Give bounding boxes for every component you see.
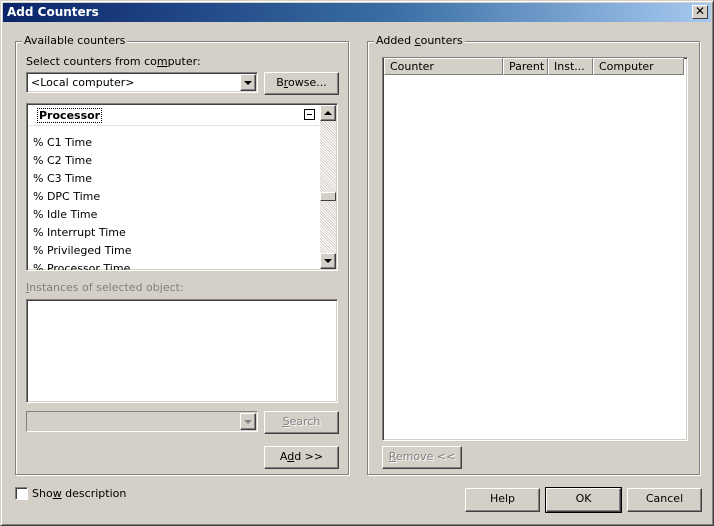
- browse-button[interactable]: Browse...: [264, 72, 339, 95]
- counter-list[interactable]: Processor % C1 Time % C2 Time % C3 Time …: [26, 103, 338, 271]
- instances-list[interactable]: [26, 299, 338, 403]
- added-counters-legend: Added counters: [374, 34, 465, 47]
- remove-button: Remove <<: [382, 446, 462, 469]
- column-header-parent[interactable]: Parent: [503, 58, 548, 75]
- computer-combobox-dropdown[interactable]: [240, 74, 256, 91]
- object-header-row[interactable]: Processor: [29, 106, 319, 126]
- show-description-label[interactable]: Show description: [32, 487, 126, 500]
- instance-filter-dropdown: [240, 413, 256, 430]
- added-counters-group: Added counters Counter Parent Inst... Co…: [367, 34, 700, 475]
- chevron-down-icon: [244, 419, 252, 424]
- title-bar[interactable]: Add Counters ✕: [3, 3, 711, 22]
- scroll-up-button[interactable]: [320, 105, 336, 121]
- cancel-button[interactable]: Cancel: [627, 488, 702, 512]
- add-button[interactable]: Add >>: [264, 446, 339, 469]
- counter-list-scrollbar[interactable]: [320, 105, 336, 269]
- select-computer-label: Select counters from computer:: [26, 55, 201, 68]
- list-item[interactable]: % Processor Time: [33, 262, 130, 270]
- list-item[interactable]: % C1 Time: [33, 136, 92, 149]
- close-button[interactable]: ✕: [692, 5, 708, 19]
- available-counters-group: Available counters Select counters from …: [15, 34, 349, 475]
- scroll-thumb[interactable]: [320, 192, 336, 201]
- scroll-down-button[interactable]: [320, 253, 336, 269]
- instances-label: Instances of selected object:: [26, 281, 184, 294]
- list-item[interactable]: % DPC Time: [33, 190, 100, 203]
- close-icon: ✕: [694, 4, 706, 18]
- list-item[interactable]: % C2 Time: [33, 154, 92, 167]
- help-button[interactable]: Help: [465, 488, 540, 512]
- show-description-checkbox[interactable]: [15, 487, 28, 500]
- chevron-up-icon: [324, 111, 332, 115]
- ok-button[interactable]: OK: [545, 487, 622, 513]
- computer-combobox-value: <Local computer>: [31, 76, 135, 89]
- list-item[interactable]: % C3 Time: [33, 172, 92, 185]
- computer-combobox[interactable]: <Local computer>: [26, 72, 258, 93]
- collapse-icon[interactable]: [304, 109, 315, 120]
- list-item[interactable]: % Privileged Time: [33, 244, 132, 257]
- add-counters-dialog: Add Counters ✕ Available counters Select…: [0, 0, 714, 526]
- column-header-computer[interactable]: Computer: [593, 58, 684, 75]
- column-header-counter[interactable]: Counter: [384, 58, 503, 75]
- available-counters-legend: Available counters: [22, 34, 128, 47]
- column-header-instance[interactable]: Inst...: [548, 58, 593, 75]
- search-button: Search: [264, 411, 339, 434]
- chevron-down-icon: [324, 259, 332, 263]
- list-item[interactable]: % Interrupt Time: [33, 226, 126, 239]
- added-counters-list[interactable]: Counter Parent Inst... Computer: [382, 57, 688, 441]
- chevron-down-icon: [244, 80, 252, 85]
- instance-filter-combobox: [26, 411, 258, 432]
- dialog-title: Add Counters: [7, 5, 99, 19]
- list-item[interactable]: % Idle Time: [33, 208, 97, 221]
- object-header-processor[interactable]: Processor: [36, 108, 103, 123]
